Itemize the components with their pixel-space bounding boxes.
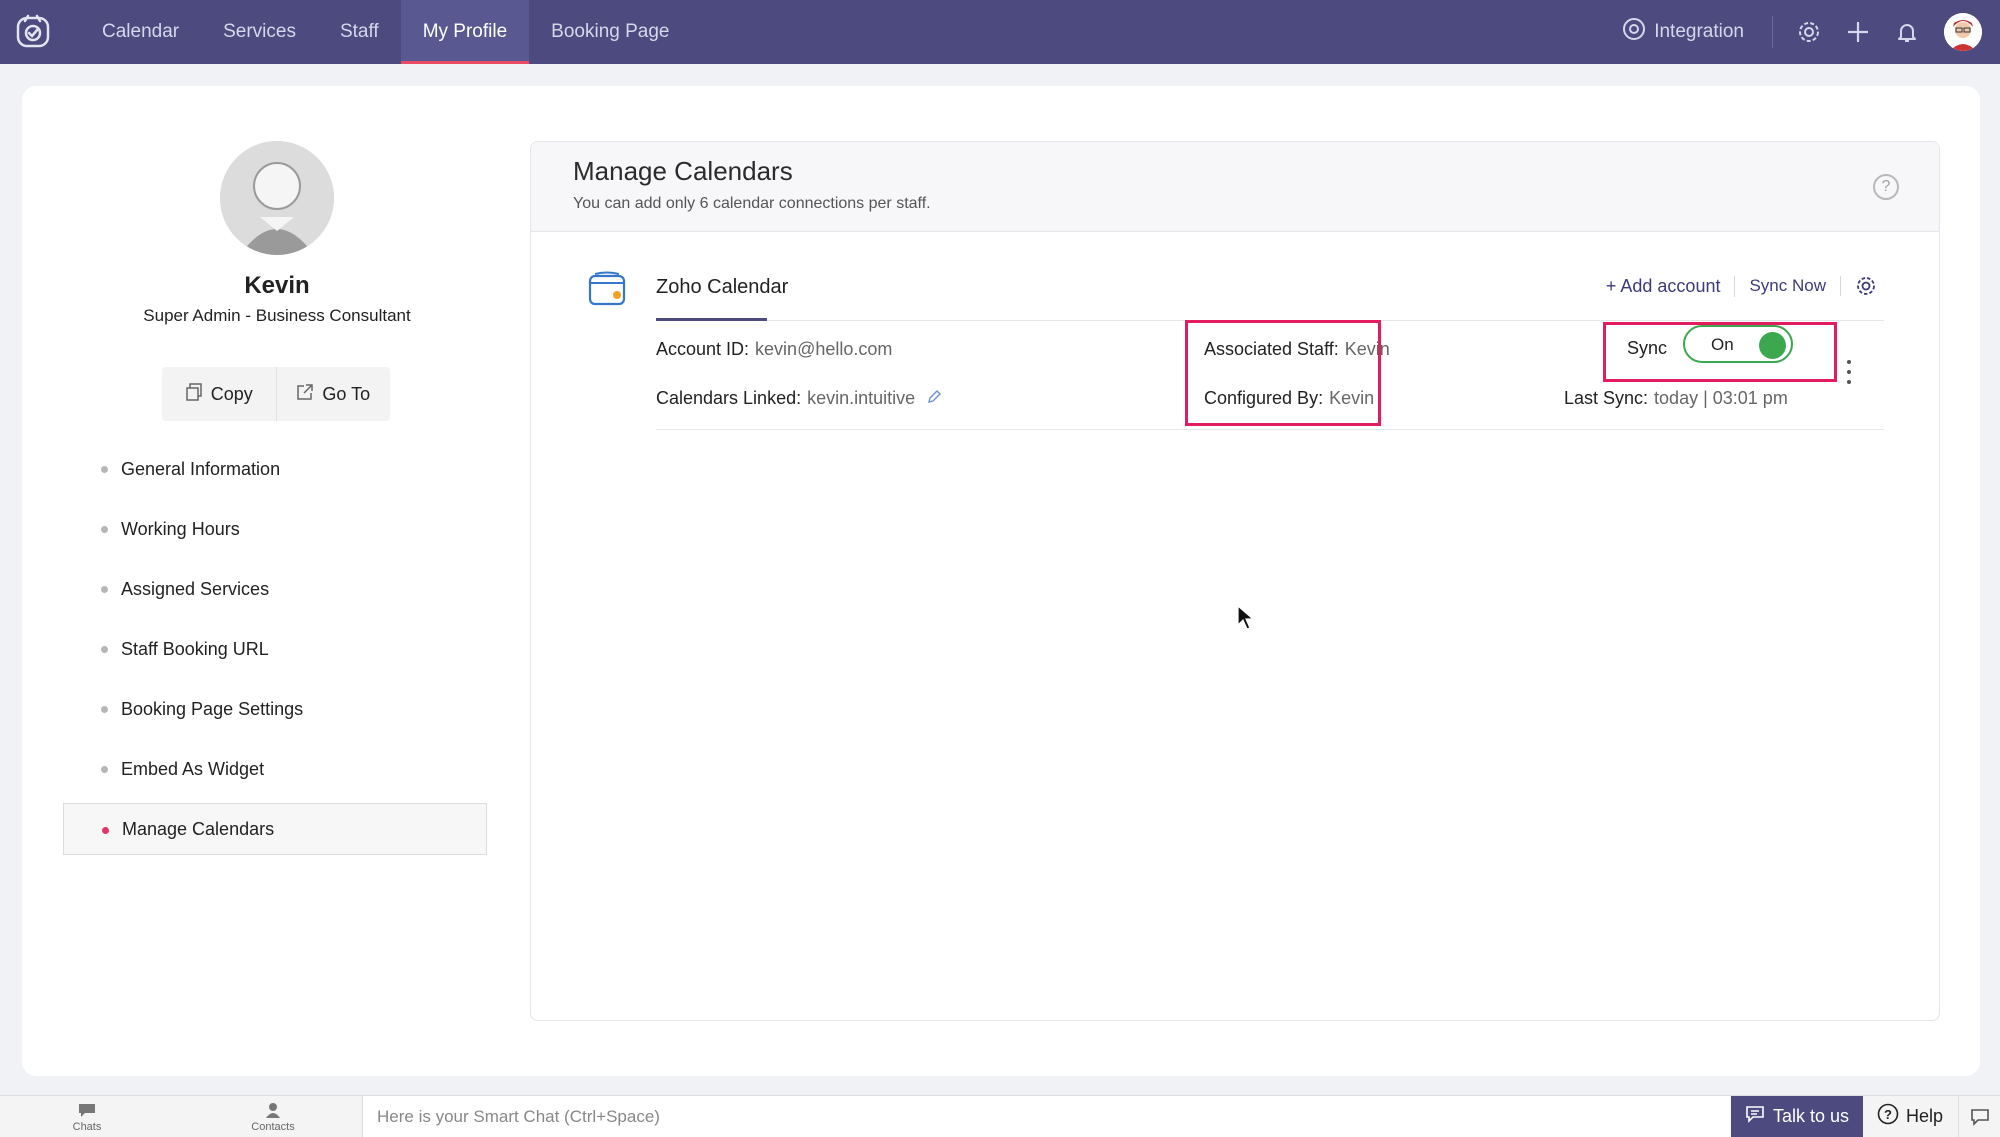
calendars-linked-field: Calendars Linked: kevin.intuitive: [656, 388, 942, 410]
talk-to-us-label: Talk to us: [1772, 1106, 1850, 1126]
bell-icon[interactable]: [1894, 19, 1920, 45]
calendars-linked-label: Calendars Linked:: [656, 388, 802, 408]
main-area: Kevin Super Admin - Business Consultant …: [0, 64, 2000, 1095]
associated-staff-label: Associated Staff:: [1204, 339, 1339, 359]
nav-services[interactable]: Services: [201, 0, 318, 64]
profile-card: Kevin Super Admin - Business Consultant …: [22, 86, 1980, 1076]
last-sync-value: today | 03:01 pm: [1654, 388, 1788, 408]
go-to-button[interactable]: Go To: [275, 367, 391, 421]
sync-toggle[interactable]: On: [1683, 325, 1793, 363]
manage-calendars-panel: Manage Calendars You can add only 6 cale…: [530, 141, 1940, 1021]
configured-by-label: Configured By:: [1204, 388, 1324, 408]
help-question-icon: ?: [1877, 1103, 1899, 1130]
main-nav: Calendar Services Staff My Profile Booki…: [80, 0, 692, 64]
integration-label: Integration: [1654, 21, 1744, 42]
calendar-provider-name: Zoho Calendar: [656, 276, 789, 298]
mouse-cursor-icon: [1237, 604, 1255, 631]
topbar-actions: Integration: [1622, 0, 1982, 64]
account-id-field: Account ID: kevin@hello.com: [656, 339, 892, 360]
profile-url-actions: Copy Go To: [162, 367, 390, 421]
profile-role: Super Admin - Business Consultant: [143, 306, 411, 325]
go-to-label: Go To: [322, 383, 371, 404]
account-id-label: Account ID:: [656, 339, 750, 359]
last-sync-label: Last Sync:: [1564, 388, 1649, 408]
integration-button[interactable]: Integration: [1622, 16, 1773, 48]
edit-pencil-icon[interactable]: [926, 389, 942, 410]
calendar-name-underline: [656, 318, 767, 321]
configured-by-field: Configured By: Kevin: [1204, 388, 1374, 409]
contacts-button[interactable]: Contacts: [238, 1098, 308, 1136]
user-avatar[interactable]: [1944, 13, 1982, 51]
sync-toggle-state: On: [1711, 335, 1734, 354]
nav-staff[interactable]: Staff: [318, 0, 401, 64]
help-icon[interactable]: ?: [1873, 174, 1899, 200]
chats-button[interactable]: Chats: [52, 1098, 122, 1136]
sync-toggle-knob: [1759, 332, 1786, 359]
sync-now-button[interactable]: Sync Now: [1735, 276, 1841, 296]
talk-to-us-button[interactable]: Talk to us: [1731, 1096, 1863, 1137]
top-navigation-bar: Calendar Services Staff My Profile Booki…: [0, 0, 2000, 64]
panel-header: Manage Calendars You can add only 6 cale…: [531, 142, 1939, 232]
contacts-label: Contacts: [251, 1120, 295, 1133]
svg-text:?: ?: [1884, 1107, 1892, 1122]
more-options-icon[interactable]: [1844, 360, 1854, 384]
associated-staff-highlight: [1185, 320, 1381, 426]
calendar-row-divider: [656, 429, 1884, 430]
menu-working-hours[interactable]: Working Hours: [63, 503, 487, 555]
nav-my-profile[interactable]: My Profile: [400, 0, 530, 64]
copy-label: Copy: [210, 383, 253, 404]
add-account-button[interactable]: + Add account: [1606, 275, 1736, 297]
talk-chat-icon: [1745, 1105, 1765, 1128]
account-id-value: kevin@hello.com: [755, 339, 893, 359]
copy-icon: [185, 382, 203, 406]
chats-label: Chats: [72, 1120, 102, 1133]
plus-icon[interactable]: [1845, 19, 1871, 45]
help-button[interactable]: ? Help: [1867, 1096, 1953, 1137]
smart-chat-input[interactable]: Here is your Smart Chat (Ctrl+Space): [362, 1096, 1730, 1137]
calendar-settings-gear-icon[interactable]: [1855, 275, 1877, 297]
profile-side-menu: General Information Working Hours Assign…: [63, 443, 487, 863]
menu-assigned-services[interactable]: Assigned Services: [63, 563, 487, 615]
contact-person-icon: [264, 1102, 282, 1121]
panel-title: Manage Calendars: [573, 156, 793, 186]
menu-general-information[interactable]: General Information: [63, 443, 487, 495]
profile-name: Kevin: [244, 272, 310, 299]
chat-bubble-icon: [77, 1102, 97, 1121]
associated-staff-field: Associated Staff: Kevin: [1204, 339, 1390, 360]
copy-button[interactable]: Copy: [162, 367, 276, 421]
help-label: Help: [1905, 1106, 1944, 1126]
menu-booking-page-settings[interactable]: Booking Page Settings: [63, 683, 487, 735]
menu-manage-calendars[interactable]: Manage Calendars: [63, 803, 487, 855]
integration-icon: [1622, 17, 1646, 47]
calendar-actions: + Add account Sync Now: [1606, 270, 1877, 302]
menu-embed-as-widget[interactable]: Embed As Widget: [63, 743, 487, 795]
associated-staff-value: Kevin: [1344, 339, 1390, 359]
menu-staff-booking-url[interactable]: Staff Booking URL: [63, 623, 487, 675]
feedback-icon[interactable]: [1958, 1096, 2000, 1137]
gear-icon[interactable]: [1796, 19, 1822, 45]
configured-by-value: Kevin: [1329, 388, 1375, 408]
calendar-account-icon: [587, 270, 629, 308]
external-link-icon: [296, 383, 314, 406]
nav-booking-page[interactable]: Booking Page: [529, 0, 691, 64]
panel-subtitle: You can add only 6 calendar connections …: [573, 195, 931, 212]
app-logo-icon[interactable]: [14, 12, 54, 52]
profile-avatar: [220, 141, 334, 255]
calendars-linked-value: kevin.intuitive: [807, 388, 916, 408]
sync-label: Sync: [1627, 338, 1668, 358]
nav-calendar[interactable]: Calendar: [80, 0, 201, 64]
bottom-bar: Chats Contacts Here is your Smart Chat (…: [0, 1095, 2000, 1137]
last-sync-field: Last Sync: today | 03:01 pm: [1564, 388, 1788, 409]
